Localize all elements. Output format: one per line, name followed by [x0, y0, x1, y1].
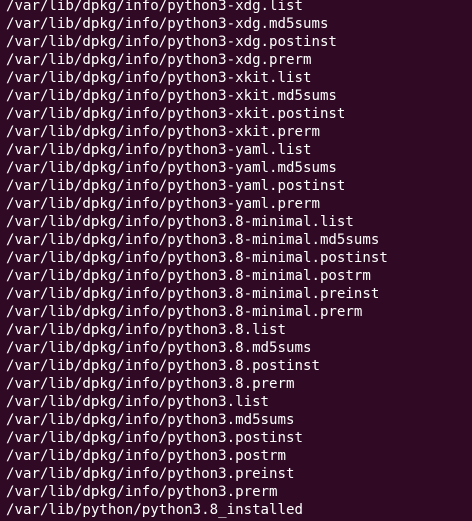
output-line: /var/lib/dpkg/info/python3.8-minimal.lis…: [6, 214, 354, 230]
output-line: /var/lib/dpkg/info/python3-yaml.postinst: [6, 178, 346, 194]
output-line: /var/lib/dpkg/info/python3.8.list: [6, 322, 287, 338]
output-line: /var/lib/dpkg/info/python3-xdg.prerm: [6, 52, 312, 68]
output-line: /var/lib/dpkg/info/python3-xkit.list: [6, 70, 312, 86]
terminal-output: /var/lib/dpkg/info/python3-xdg.list /var…: [6, 0, 472, 519]
output-line: /var/lib/dpkg/info/python3.8.prerm: [6, 376, 295, 392]
output-line: /var/lib/dpkg/info/python3.8.md5sums: [6, 340, 312, 356]
output-line: /var/lib/dpkg/info/python3.preinst: [6, 466, 295, 482]
output-line: /var/lib/dpkg/info/python3.8-minimal.pre…: [6, 286, 380, 302]
output-line: /var/lib/dpkg/info/python3.prerm: [6, 484, 278, 500]
output-line: /var/lib/dpkg/info/python3.8-minimal.pre…: [6, 304, 363, 320]
output-line: /var/lib/dpkg/info/python3-yaml.list: [6, 142, 312, 158]
output-line: /var/lib/python/python3.8_installed: [6, 502, 303, 518]
terminal-window[interactable]: /var/lib/dpkg/info/python3-xdg.list /var…: [0, 0, 472, 521]
output-line: /var/lib/dpkg/info/python3-xdg.postinst: [6, 34, 337, 50]
output-line: /var/lib/dpkg/info/python3-yaml.prerm: [6, 196, 320, 212]
output-line: /var/lib/dpkg/info/python3-xkit.prerm: [6, 124, 320, 140]
output-line: /var/lib/dpkg/info/python3.postrm: [6, 448, 287, 464]
output-line: /var/lib/dpkg/info/python3.8-minimal.md5…: [6, 232, 380, 248]
output-line: /var/lib/dpkg/info/python3-xkit.md5sums: [6, 88, 337, 104]
output-line: /var/lib/dpkg/info/python3.postinst: [6, 430, 303, 446]
output-line: /var/lib/dpkg/info/python3-xdg.md5sums: [6, 16, 329, 32]
output-line: /var/lib/dpkg/info/python3-xkit.postinst: [6, 106, 346, 122]
output-line: /var/lib/dpkg/info/python3-xdg.list: [6, 0, 303, 14]
output-line: /var/lib/dpkg/info/python3.8-minimal.pos…: [6, 268, 371, 284]
output-line: /var/lib/dpkg/info/python3.md5sums: [6, 412, 295, 428]
output-line: /var/lib/dpkg/info/python3.8-minimal.pos…: [6, 250, 388, 266]
output-line: /var/lib/dpkg/info/python3.8.postinst: [6, 358, 320, 374]
output-line: /var/lib/dpkg/info/python3.list: [6, 394, 270, 410]
output-line: /var/lib/dpkg/info/python3-yaml.md5sums: [6, 160, 337, 176]
